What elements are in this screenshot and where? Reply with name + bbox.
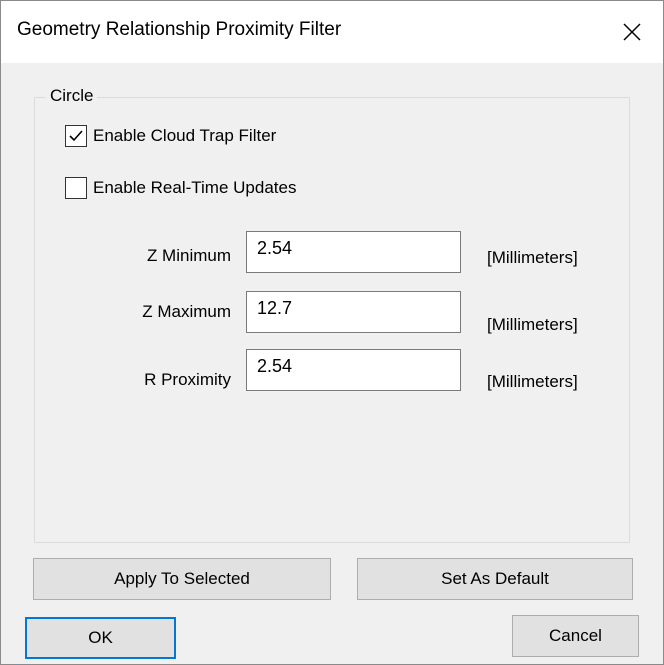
groupbox-label: Circle	[46, 85, 98, 107]
z-minimum-input[interactable]	[246, 231, 461, 273]
ok-button[interactable]: OK	[25, 617, 176, 659]
dialog-title: Geometry Relationship Proximity Filter	[17, 19, 342, 40]
checkbox-label: Enable Cloud Trap Filter	[93, 126, 277, 145]
enable-real-time-updates-checkbox[interactable]: Enable Real-Time Updates	[65, 177, 296, 199]
close-icon	[623, 23, 641, 41]
z-maximum-input[interactable]	[246, 291, 461, 333]
checkbox-box[interactable]	[65, 125, 87, 147]
z-maximum-label: Z Maximum	[142, 302, 231, 321]
cancel-button[interactable]: Cancel	[512, 615, 639, 657]
z-maximum-unit: [Millimeters]	[487, 315, 578, 334]
apply-to-selected-button[interactable]: Apply To Selected	[33, 558, 331, 600]
checkbox-box[interactable]	[65, 177, 87, 199]
set-as-default-button[interactable]: Set As Default	[357, 558, 633, 600]
title-bar: Geometry Relationship Proximity Filter	[1, 1, 663, 63]
close-button[interactable]	[601, 1, 663, 63]
r-proximity-label: R Proximity	[144, 370, 231, 389]
r-proximity-input[interactable]	[246, 349, 461, 391]
z-minimum-unit: [Millimeters]	[487, 248, 578, 267]
checkbox-label: Enable Real-Time Updates	[93, 178, 297, 197]
checkmark-icon	[69, 130, 83, 142]
dialog-window: Geometry Relationship Proximity Filter C…	[0, 0, 664, 665]
enable-cloud-trap-filter-checkbox[interactable]: Enable Cloud Trap Filter	[65, 125, 276, 147]
z-minimum-label: Z Minimum	[146, 246, 231, 265]
r-proximity-unit: [Millimeters]	[487, 372, 578, 391]
